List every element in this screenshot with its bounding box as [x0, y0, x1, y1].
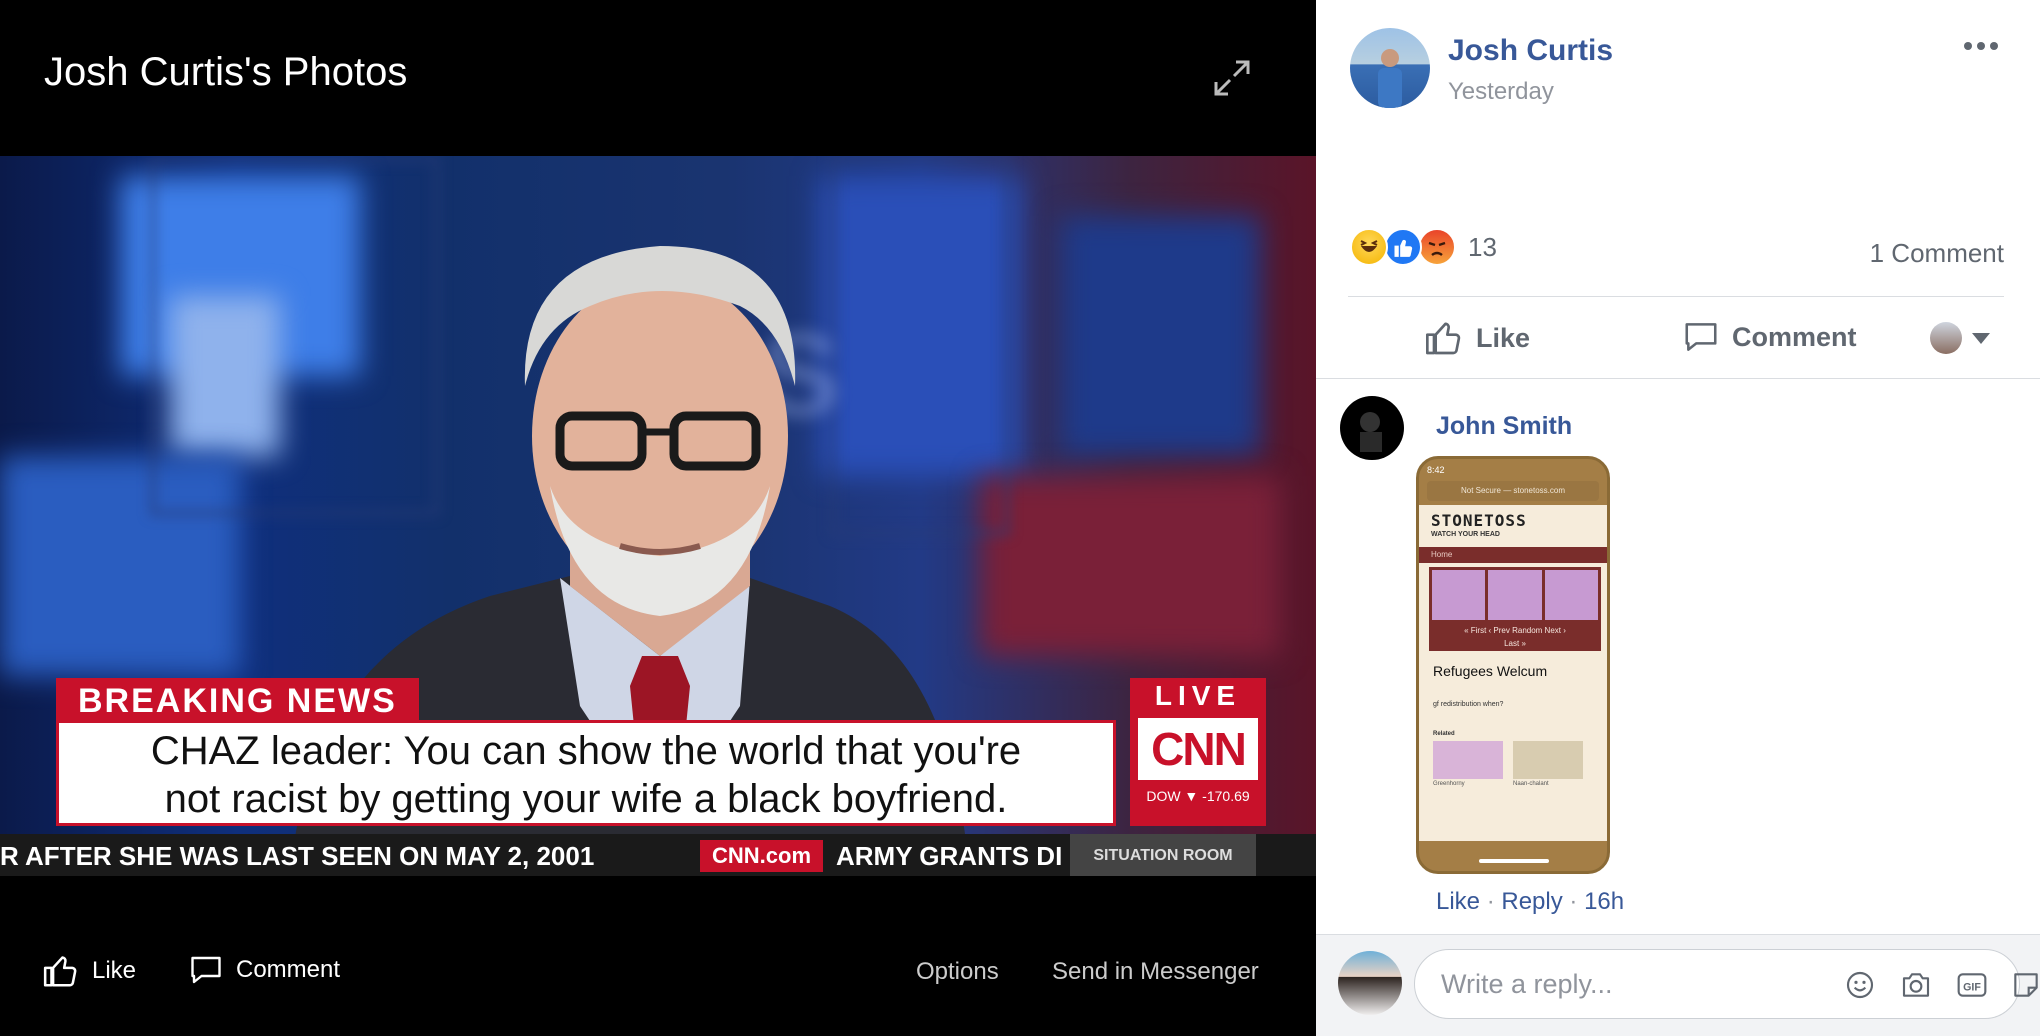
- commenter-name[interactable]: John Smith: [1436, 412, 1572, 441]
- comment-like-link[interactable]: Like: [1436, 888, 1480, 915]
- post-like-label: Like: [1476, 322, 1531, 353]
- divider: [1348, 296, 2004, 297]
- comment-meta: Like · Reply · 16h: [1436, 888, 1624, 916]
- comic-strip: [1429, 567, 1601, 623]
- related-label-2: Naan-chalant: [1513, 781, 1549, 787]
- phone-status-time: 8:42: [1427, 465, 1445, 475]
- post-comment-button[interactable]: Comment: [1682, 318, 1857, 356]
- svg-text:GIF: GIF: [1963, 981, 1981, 993]
- post-like-button[interactable]: Like: [1424, 318, 1530, 358]
- post-timestamp[interactable]: Yesterday: [1448, 78, 1554, 106]
- site-title: STONETOSS: [1431, 511, 1527, 530]
- thumbs-up-icon: [1426, 322, 1461, 355]
- live-label: LIVE: [1154, 680, 1242, 711]
- post-panel: Josh Curtis Yesterday 13 1 Comment Like …: [1316, 0, 2040, 1036]
- comment-time[interactable]: 16h: [1584, 888, 1624, 915]
- site-nav: Home: [1419, 547, 1607, 563]
- post-comment-label: Comment: [1732, 321, 1857, 352]
- comment-icon: [1685, 323, 1717, 351]
- related-label-1: Greenhorny: [1433, 781, 1465, 787]
- current-user-avatar: [1338, 951, 1402, 1015]
- mascot-silhouette-icon: [1360, 412, 1382, 452]
- phone-url-bar: Not Secure — stonetoss.com: [1427, 481, 1599, 501]
- news-ticker: R AFTER SHE WAS LAST SEEN ON MAY 2, 2001…: [0, 834, 1316, 876]
- news-photo: S BREAKING NEWS CHAZ leader: You can sho…: [0, 156, 1316, 876]
- comic-caption: gf redistribution when?: [1433, 701, 1504, 708]
- viewer-like-label: Like: [92, 957, 137, 984]
- headline-box: CHAZ leader: You can show the world that…: [56, 720, 1116, 826]
- pager-links: « First ‹ Prev Random Next ›: [1464, 626, 1566, 635]
- comment-reply-link[interactable]: Reply: [1501, 888, 1562, 915]
- breaking-news-banner: BREAKING NEWS: [56, 678, 419, 722]
- thumbs-up-icon: [43, 956, 77, 987]
- stonetoss-page: STONETOSS WATCH YOUR HEAD Home « First ‹…: [1419, 505, 1607, 841]
- options-link[interactable]: Options: [916, 958, 999, 986]
- commenter-avatar[interactable]: [1340, 396, 1404, 460]
- separator-dot: ·: [1486, 888, 1502, 915]
- like-reaction-icon: [1384, 228, 1422, 266]
- photo-viewer: Josh Curtis's Photos S BREAKING NEWS CHA…: [0, 0, 1316, 1036]
- related-thumb-1: [1433, 741, 1503, 779]
- person-figure-icon: [1378, 49, 1402, 108]
- post-author-name[interactable]: Josh Curtis: [1448, 34, 1613, 68]
- reply-composer: GIF: [1316, 934, 2040, 1036]
- phone-home-indicator: [1479, 859, 1549, 863]
- comment-icon: [191, 956, 221, 984]
- headline-line-2: not racist by getting your wife a black …: [164, 777, 1008, 821]
- related-thumb-2: [1513, 741, 1583, 779]
- ticker-text-left: R AFTER SHE WAS LAST SEEN ON MAY 2, 2001: [0, 841, 595, 871]
- comic-title: Refugees Welcum: [1433, 663, 1548, 679]
- viewer-comment-button[interactable]: Comment: [188, 952, 340, 988]
- viewer-comment-label: Comment: [236, 956, 341, 983]
- studio-screen: [980, 476, 1280, 656]
- expand-icon[interactable]: [1210, 56, 1254, 100]
- more-options-icon[interactable]: [1964, 36, 2004, 56]
- reaction-summary[interactable]: 13: [1350, 228, 1497, 266]
- sticker-icon[interactable]: [2010, 969, 2040, 1001]
- comment-attachment-screenshot[interactable]: 8:42 Not Secure — stonetoss.com STONETOS…: [1416, 456, 1610, 874]
- divider: [1316, 378, 2040, 379]
- ticker-site-badge: CNN.com: [700, 840, 824, 872]
- viewer-like-button[interactable]: Like: [42, 952, 136, 990]
- haha-reaction-icon: [1350, 228, 1388, 266]
- author-avatar[interactable]: [1350, 28, 1430, 108]
- site-tagline: WATCH YOUR HEAD: [1431, 531, 1500, 538]
- ticker-text-right: ARMY GRANTS DI: [836, 841, 1063, 871]
- viewer-title: Josh Curtis's Photos: [44, 50, 408, 94]
- headline-line-1: CHAZ leader: You can show the world that…: [150, 729, 1022, 773]
- send-in-messenger-link[interactable]: Send in Messenger: [1052, 958, 1259, 986]
- gif-icon[interactable]: GIF: [1956, 969, 1988, 1001]
- chevron-down-icon: [1972, 332, 1990, 344]
- emoji-icon[interactable]: [1844, 969, 1876, 1001]
- audience-selector[interactable]: [1930, 322, 1990, 354]
- comment-count-link[interactable]: 1 Comment: [1870, 238, 2004, 269]
- related-heading: Related: [1433, 731, 1455, 737]
- dow-ticker: DOW ▼ -170.69: [1146, 788, 1250, 804]
- angry-reaction-icon: [1418, 228, 1456, 266]
- audience-avatar: [1930, 322, 1962, 354]
- pager-last: Last »: [1504, 639, 1526, 648]
- camera-icon[interactable]: [1900, 969, 1932, 1001]
- separator-dot: ·: [1569, 888, 1585, 915]
- cnn-logo: CNN: [1138, 718, 1258, 780]
- news-lower-third: BREAKING NEWS CHAZ leader: You can show …: [0, 678, 1316, 876]
- show-name: SITUATION ROOM: [1070, 834, 1256, 876]
- comic-pager: « First ‹ Prev Random Next › Last »: [1429, 623, 1601, 651]
- studio-screen: [1060, 216, 1260, 456]
- reaction-count: 13: [1468, 231, 1497, 262]
- live-badge: LIVE CNN DOW ▼ -170.69: [1130, 678, 1266, 826]
